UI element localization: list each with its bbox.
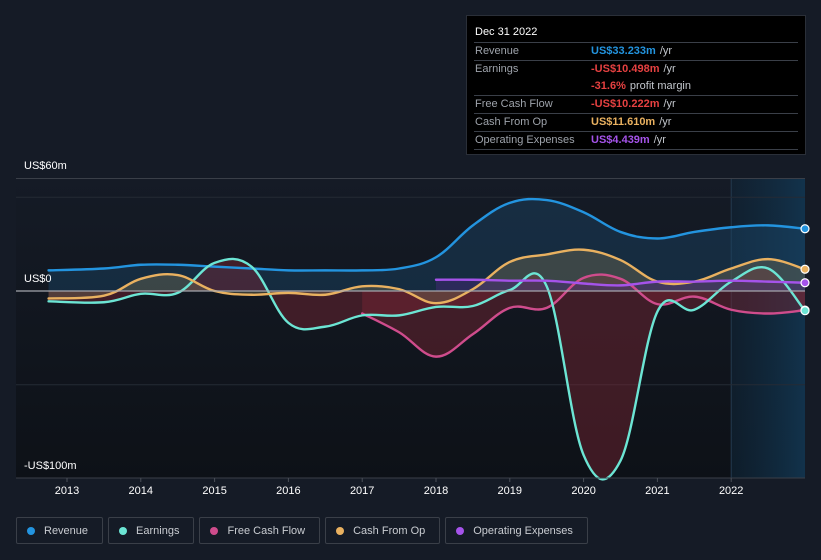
x-tick-label: 2020 [571,485,596,497]
tooltip-unit: /yr [659,45,673,57]
tooltip-label: Earnings [475,63,519,75]
legend-dot-icon [456,526,465,535]
legend-label: Cash From Op [353,524,426,537]
tooltip-row-earnings: Earnings -US$10.498m /yr [474,61,798,78]
tooltip-unit: profit margin [629,80,691,92]
legend-label: Revenue [44,524,89,537]
x-tick-label: 2019 [497,485,523,497]
legend-item-revenue[interactable]: Revenue [16,517,104,544]
tooltip-value: US$11.610m [591,116,656,128]
tooltip-unit: /yr [653,134,666,146]
endpoint-cash-from-op [800,264,810,274]
legend-label: Operating Expenses [473,524,573,537]
y-tick-label-zero: US$0 [24,273,52,285]
tooltip-value: US$33.233m [591,45,656,57]
tooltip-row-revenue: Revenue US$33.233m /yr [474,43,798,61]
legend-label: Free Cash Flow [227,524,306,537]
tooltip-unit: /yr [663,98,676,110]
x-tick-label: 2014 [128,485,154,497]
x-tick-label: 2015 [202,485,227,497]
tooltip-row-profit-margin: -31.6% profit margin [474,78,798,96]
legend-dot-icon [27,526,35,535]
x-tick-label: 2013 [54,485,80,497]
tooltip-unit: /yr [659,116,672,128]
legend-item-free-cash-flow[interactable]: Free Cash Flow [199,517,321,544]
legend-dot-icon [336,526,345,535]
x-tick-label: 2018 [423,485,449,497]
endpoint-revenue [800,224,810,234]
legend-dot-icon [119,526,128,535]
legend-dot-icon [210,526,219,535]
forecast-highlight [731,178,805,478]
tooltip: Dec 31 2022 Revenue US$33.233m /yr Earni… [466,15,806,155]
tooltip-value: -US$10.222m [591,98,660,110]
legend: Revenue Earnings Free Cash Flow Cash Fro… [16,517,593,544]
x-tick-label: 2021 [645,485,670,497]
tooltip-date: Dec 31 2022 [474,22,798,43]
tooltip-label: Free Cash Flow [475,98,553,110]
tooltip-value: US$4.439m [591,134,650,146]
endpoint-earnings [800,306,810,316]
x-tick-label: 2022 [718,485,744,497]
legend-item-earnings[interactable]: Earnings [108,517,195,544]
legend-label: Earnings [136,524,180,537]
tooltip-label: Revenue [475,45,520,57]
legend-item-operating-expenses[interactable]: Operating Expenses [445,517,588,544]
tooltip-label [474,78,591,95]
tooltip-row-cash-from-op: Cash From Op US$11.610m /yr [474,114,798,132]
tooltip-label: Operating Expenses [475,134,575,146]
tooltip-row-operating-expenses: Operating Expenses US$4.439m /yr [474,132,798,150]
tooltip-label: Cash From Op [475,116,548,128]
x-tick-label: 2016 [276,485,301,497]
tooltip-value: -US$10.498m [591,63,660,75]
y-tick-label-top: US$60m [24,160,67,172]
tooltip-unit: /yr [663,63,676,75]
y-tick-label-bottom: -US$100m [24,460,77,472]
x-tick-label: 2017 [349,485,375,497]
tooltip-value: -31.6% [591,80,626,92]
tooltip-row-free-cash-flow: Free Cash Flow -US$10.222m /yr [474,96,798,114]
legend-item-cash-from-op[interactable]: Cash From Op [325,517,441,544]
endpoint-operating-expenses [800,278,810,288]
